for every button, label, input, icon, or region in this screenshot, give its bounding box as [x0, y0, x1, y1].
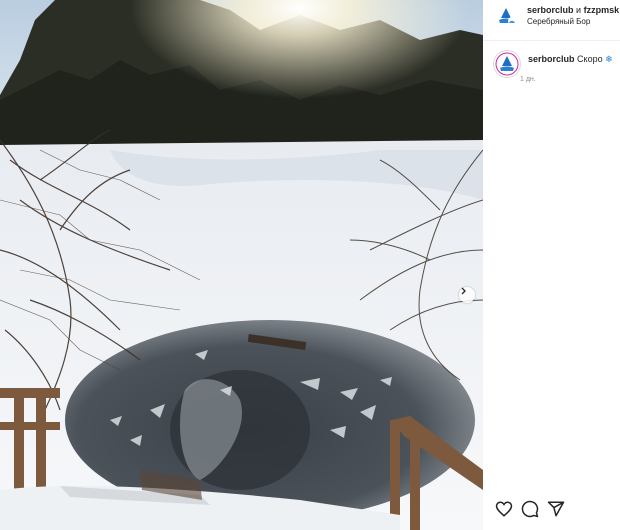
frozen-lake-photo: [0, 0, 483, 530]
chevron-right-icon: [461, 287, 466, 295]
snowflake-emoji: ❄: [605, 54, 613, 64]
username-serborclub[interactable]: serborclub: [527, 5, 574, 15]
instagram-post: serborclub и fzzpmsk Серебряный Бор serb…: [0, 0, 620, 530]
caption: serborclub Скоро ❄: [491, 48, 620, 88]
caption-body: Скоро: [577, 54, 603, 64]
club-avatar-icon[interactable]: [495, 5, 517, 27]
next-photo-button[interactable]: [459, 287, 475, 303]
post-time[interactable]: 1 дн.: [520, 76, 536, 83]
collab-usernames: serborclub и fzzpmsk: [527, 5, 619, 15]
and-joiner: и: [576, 5, 582, 15]
post-photo[interactable]: [0, 0, 483, 530]
location-link[interactable]: Серебряный Бор: [527, 17, 590, 26]
caption-text: serborclub Скоро ❄: [528, 54, 613, 65]
comment-icon[interactable]: [521, 500, 539, 518]
club-avatar-icon: [495, 52, 519, 76]
post-header: serborclub и fzzpmsk Серебряный Бор: [483, 0, 620, 41]
post-sidebar: serborclub и fzzpmsk Серебряный Бор serb…: [483, 0, 620, 530]
avatar[interactable]: [493, 50, 521, 78]
username-fzzpmsk[interactable]: fzzpmsk: [584, 5, 620, 15]
caption-username[interactable]: serborclub: [528, 54, 575, 64]
send-icon[interactable]: [547, 500, 565, 518]
heart-icon[interactable]: [495, 500, 513, 518]
action-bar: [495, 500, 605, 520]
